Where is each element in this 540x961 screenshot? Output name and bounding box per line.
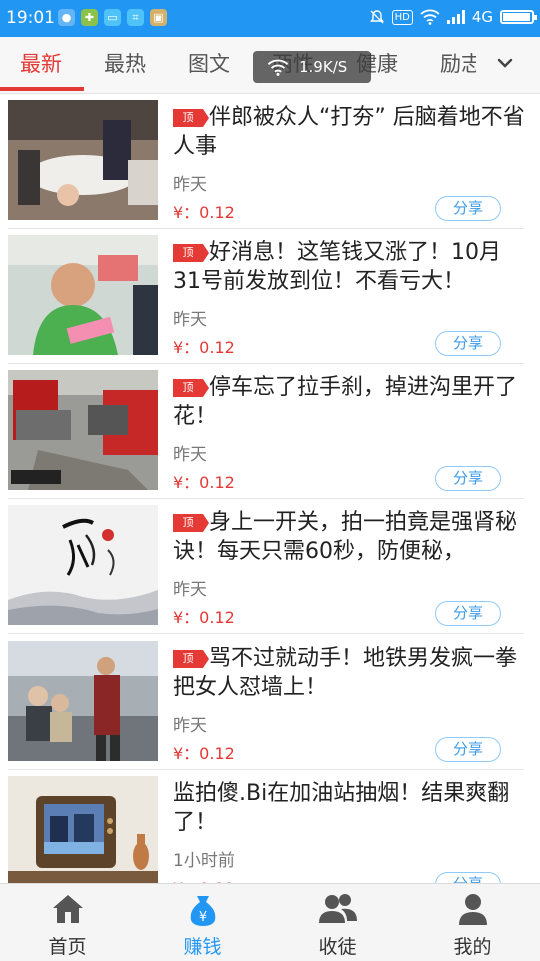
article-reward: ¥：0.12	[173, 608, 235, 627]
home-icon	[52, 895, 83, 923]
nav-label: 首页	[48, 936, 87, 958]
tab-latest[interactable]: 最新	[20, 37, 62, 93]
article-item[interactable]: 顶停车忘了拉手刹，掉进沟里开了花！ 昨天 ¥：0.12 分享	[0, 363, 540, 499]
message-app-icon: ▭	[104, 9, 121, 26]
hd-icon: HD	[391, 9, 413, 25]
svg-text:¥: ¥	[198, 910, 206, 925]
users-icon	[318, 894, 357, 923]
article-time: 昨天	[173, 445, 207, 465]
tab-inspiration[interactable]: 励志	[440, 37, 476, 93]
net-speed-overlay: 1.9K/S	[253, 51, 371, 83]
image-app-icon: ▣	[150, 9, 167, 26]
chevron-down-icon[interactable]	[496, 54, 514, 72]
article-reward: ¥：0.12	[173, 744, 235, 763]
article-time: 昨天	[173, 580, 207, 600]
top-badge: 顶	[173, 650, 209, 668]
plus-app-icon: ✚	[81, 9, 98, 26]
status-bar: 19:01 ● ✚ ▭ ⌗ ▣ HD 4G	[0, 0, 540, 37]
status-time: 19:01	[6, 8, 55, 28]
nav-home[interactable]: 首页	[0, 884, 135, 961]
top-badge: 顶	[173, 244, 209, 262]
tab-image-text[interactable]: 图文	[188, 37, 230, 93]
net-speed-value: 1.9K/S	[299, 58, 348, 76]
nav-label: 赚钱	[183, 936, 222, 958]
notification-icons: ● ✚ ▭ ⌗ ▣	[58, 9, 167, 26]
share-button[interactable]: 分享	[435, 331, 501, 356]
article-title[interactable]: 顶伴郎被众人“打夯” 后脑着地不省人事	[173, 103, 528, 161]
share-button[interactable]: 分享	[435, 196, 501, 221]
chat-app-icon: ●	[58, 9, 75, 26]
signal-icon	[446, 10, 465, 24]
article-item[interactable]: 监拍傻.Bi在加油站抽烟！结果爽翻了！ 1小时前 ¥：0.12 分享	[0, 769, 540, 883]
article-title[interactable]: 顶骂不过就动手！地铁男发疯一拳把女人怼墙上！	[173, 644, 528, 702]
article-list: 顶伴郎被众人“打夯” 后脑着地不省人事 昨天 ¥：0.12 分享 顶好消息！这笔…	[0, 93, 540, 883]
article-item[interactable]: 顶好消息！这笔钱又涨了！10月31号前发放到位！不看亏大！ 昨天 ¥：0.12 …	[0, 228, 540, 364]
article-title[interactable]: 监拍傻.Bi在加油站抽烟！结果爽翻了！	[173, 779, 528, 837]
article-item[interactable]: 顶伴郎被众人“打夯” 后脑着地不省人事 昨天 ¥：0.12 分享	[0, 93, 540, 229]
article-reward: ¥：0.12	[173, 203, 235, 222]
wifi-icon	[267, 59, 289, 76]
article-time: 昨天	[173, 310, 207, 330]
article-reward: ¥：0.12	[173, 473, 235, 492]
nav-apprentice[interactable]: 收徒	[270, 884, 405, 961]
article-reward: ¥：0.12	[173, 875, 235, 883]
article-time: 1小时前	[173, 851, 235, 871]
tab-hot[interactable]: 最热	[104, 37, 146, 93]
nav-label: 收徒	[318, 936, 357, 958]
top-badge: 顶	[173, 379, 209, 397]
mute-bell-icon	[369, 10, 384, 24]
scan-app-icon: ⌗	[127, 9, 144, 26]
article-title[interactable]: 顶好消息！这笔钱又涨了！10月31号前发放到位！不看亏大！	[173, 238, 528, 296]
article-item[interactable]: 顶骂不过就动手！地铁男发疯一拳把女人怼墙上！ 昨天 ¥：0.12 分享	[0, 634, 540, 770]
nav-earn[interactable]: ¥ 赚钱	[135, 884, 270, 961]
user-icon	[458, 894, 487, 925]
top-badge: 顶	[173, 514, 209, 532]
nav-profile[interactable]: 我的	[405, 884, 540, 961]
article-time: 昨天	[173, 175, 207, 195]
active-tab-indicator	[0, 87, 84, 91]
article-reward: ¥：0.12	[173, 338, 235, 357]
bottom-navigation: 首页 ¥ 赚钱 收徒 我的	[0, 883, 540, 961]
article-thumbnail[interactable]	[8, 370, 158, 490]
share-button[interactable]: 分享	[435, 872, 501, 883]
top-badge: 顶	[173, 109, 209, 127]
wifi-icon	[420, 9, 440, 25]
article-title[interactable]: 顶身上一开关，拍一拍竟是强肾秘诀！每天只需60秒，防便秘，	[173, 508, 528, 566]
article-item[interactable]: 顶身上一开关，拍一拍竟是强肾秘诀！每天只需60秒，防便秘， 昨天 ¥：0.12 …	[0, 498, 540, 634]
share-button[interactable]: 分享	[435, 466, 501, 491]
system-icons: HD 4G	[369, 8, 537, 26]
article-thumbnail[interactable]	[8, 641, 158, 761]
article-thumbnail[interactable]	[8, 776, 158, 883]
money-bag-icon: ¥	[190, 896, 215, 926]
article-time: 昨天	[173, 716, 207, 736]
network-type: 4G	[471, 8, 493, 26]
article-thumbnail[interactable]	[8, 505, 158, 625]
battery-icon	[500, 10, 537, 24]
article-thumbnail[interactable]	[8, 100, 158, 220]
nav-label: 我的	[453, 936, 492, 958]
share-button[interactable]: 分享	[435, 601, 501, 626]
article-thumbnail[interactable]	[8, 235, 158, 355]
article-title[interactable]: 顶停车忘了拉手刹，掉进沟里开了花！	[173, 373, 528, 431]
share-button[interactable]: 分享	[435, 737, 501, 762]
